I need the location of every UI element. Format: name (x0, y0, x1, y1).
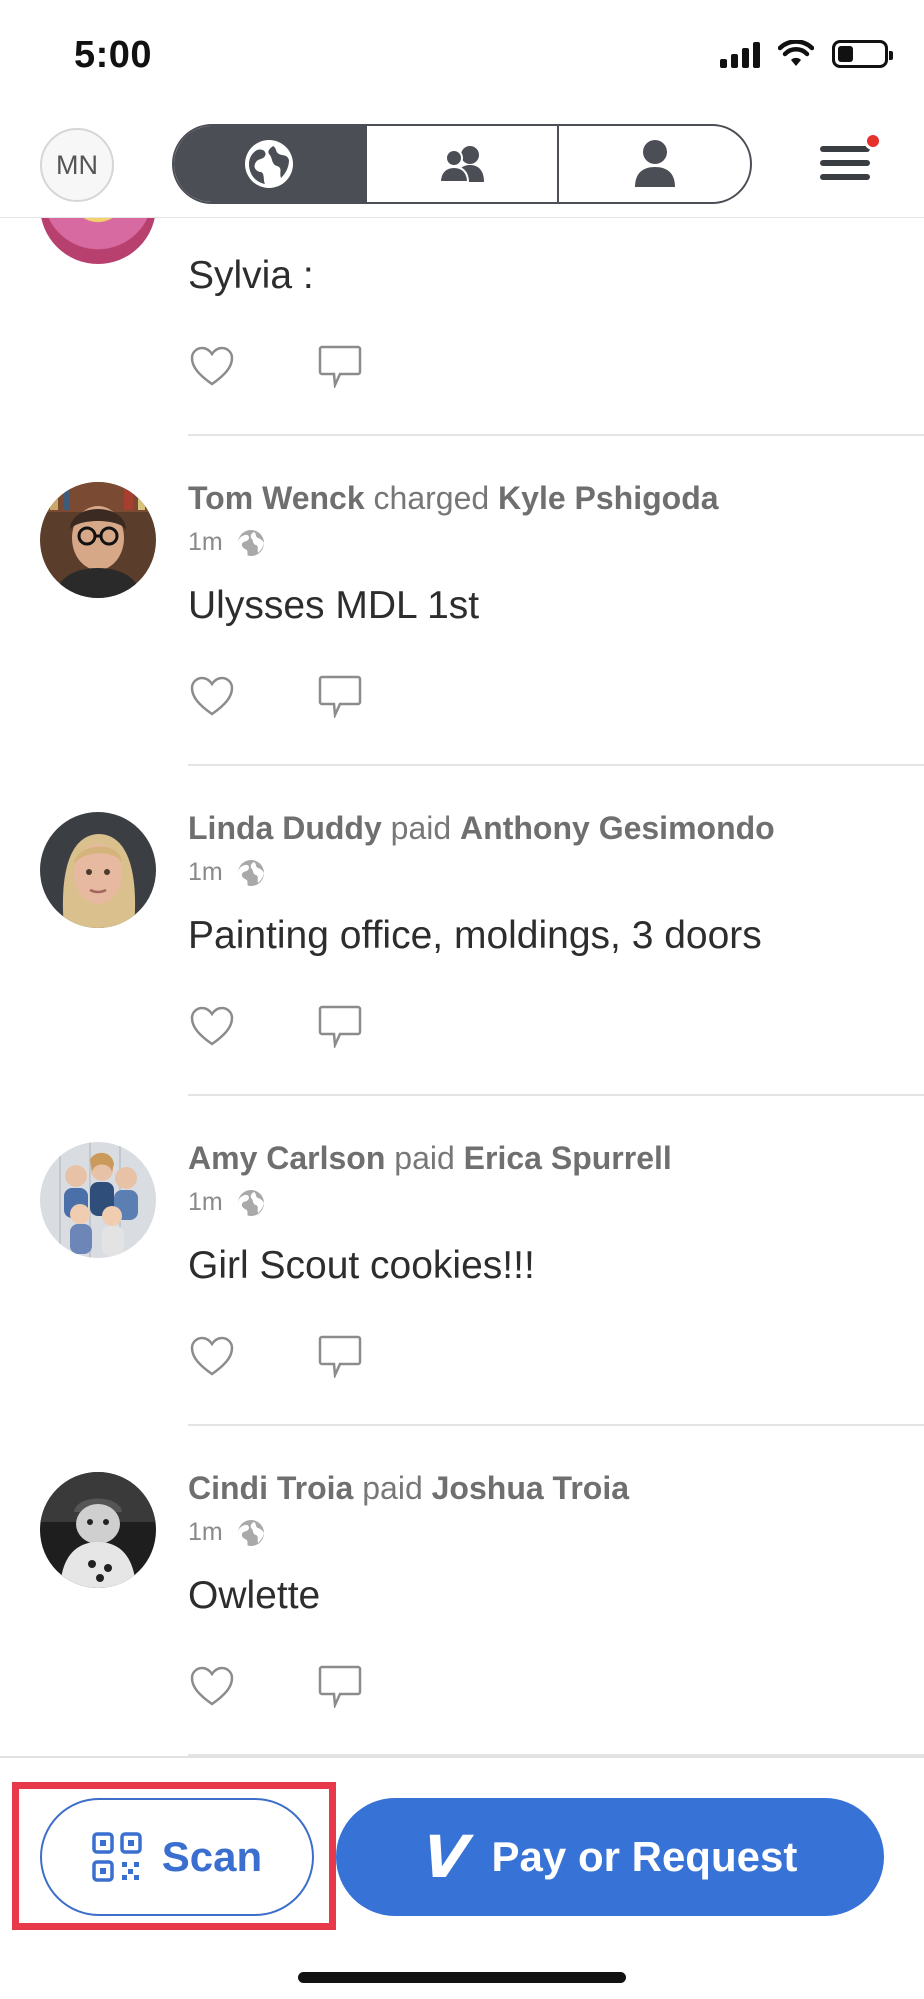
heart-icon (190, 676, 234, 716)
feed-item[interactable]: Sylvia : (0, 218, 924, 436)
person-icon (634, 140, 675, 187)
actor-name[interactable]: Cindi Troia (188, 1470, 353, 1506)
comment-icon (318, 1335, 362, 1378)
status-bar: 5:00 (0, 0, 924, 110)
avatar[interactable] (40, 218, 156, 264)
notification-dot (864, 132, 882, 150)
pay-or-request-button[interactable]: V Pay or Request (336, 1798, 884, 1916)
avatar-tom-wenck[interactable] (40, 482, 156, 598)
bottom-action-bar: Scan V Pay or Request (0, 1756, 924, 1999)
timestamp-row: 1m (188, 1188, 265, 1217)
battery-fill (838, 46, 854, 62)
transaction-verb: charged (373, 480, 490, 516)
timestamp-row: 1m (188, 528, 265, 557)
target-name[interactable]: Erica Spurrell (464, 1140, 672, 1176)
timestamp: 1m (188, 858, 223, 886)
timestamp: 1m (188, 1518, 223, 1546)
feed-item-actions (188, 342, 364, 390)
like-button[interactable] (188, 1662, 236, 1710)
target-name[interactable]: Anthony Gesimondo (460, 810, 775, 846)
payment-note[interactable]: Painting office, moldings, 3 doors (188, 914, 762, 958)
transaction-header: Amy Carlson paid Erica Spurrell (188, 1140, 672, 1177)
like-button[interactable] (188, 1332, 236, 1380)
public-globe-icon (237, 529, 264, 556)
tab-friends-feed[interactable] (367, 126, 560, 202)
actor-name[interactable]: Linda Duddy (188, 810, 382, 846)
qr-code-icon (92, 1832, 142, 1882)
venmo-logo-icon: V (419, 1823, 472, 1891)
activity-feed: Sylvia : Tom Wenck charged Kyle Pshigoda… (0, 218, 924, 1756)
comment-icon (318, 1005, 362, 1048)
globe-icon (245, 140, 294, 188)
public-globe-icon (237, 1519, 264, 1546)
public-globe-icon (237, 859, 264, 886)
public-globe-icon (237, 1189, 264, 1216)
feed-segment-control (172, 124, 752, 204)
avatar-amy-carlson[interactable] (40, 1142, 156, 1258)
top-nav: MN (0, 110, 924, 218)
tab-personal-feed[interactable] (559, 126, 750, 202)
avatar-cindi-troia[interactable] (40, 1472, 156, 1588)
profile-avatar-button[interactable]: MN (40, 128, 114, 202)
timestamp: 1m (188, 528, 223, 556)
transaction-verb: paid (394, 1140, 455, 1176)
comment-button[interactable] (316, 1662, 364, 1710)
status-icons (720, 40, 893, 68)
transaction-header: Linda Duddy paid Anthony Gesimondo (188, 810, 775, 847)
comment-icon (318, 675, 362, 718)
feed-item[interactable]: Tom Wenck charged Kyle Pshigoda 1m Ulyss… (0, 436, 924, 766)
timestamp: 1m (188, 1188, 223, 1216)
like-button[interactable] (188, 342, 236, 390)
payment-note: Sylvia : (188, 254, 314, 297)
pay-or-request-label: Pay or Request (491, 1833, 798, 1880)
like-button[interactable] (188, 672, 236, 720)
friends-icon (438, 146, 484, 183)
comment-icon (318, 345, 362, 388)
heart-icon (190, 1006, 234, 1046)
transaction-header: Cindi Troia paid Joshua Troia (188, 1470, 629, 1507)
feed-item[interactable]: Linda Duddy paid Anthony Gesimondo 1m Pa… (0, 766, 924, 1096)
home-indicator[interactable] (298, 1972, 626, 1983)
transaction-header: Tom Wenck charged Kyle Pshigoda (188, 480, 719, 517)
feed-item-actions (188, 1332, 364, 1380)
feed-item[interactable]: Cindi Troia paid Joshua Troia 1m Owlette (0, 1426, 924, 1756)
feed-item[interactable]: Amy Carlson paid Erica Spurrell 1m Girl … (0, 1096, 924, 1426)
transaction-verb: paid (362, 1470, 423, 1506)
feed-item-actions (188, 1002, 364, 1050)
wifi-icon (778, 40, 814, 66)
hamburger-icon (820, 146, 870, 152)
feed-item-actions (188, 672, 364, 720)
target-name[interactable]: Joshua Troia (432, 1470, 629, 1506)
tab-public-feed[interactable] (174, 126, 367, 202)
payment-note[interactable]: Girl Scout cookies!!! (188, 1244, 535, 1288)
comment-icon (318, 1665, 362, 1708)
cellular-signal-icon (720, 40, 760, 68)
comment-button[interactable] (316, 672, 364, 720)
payment-note[interactable]: Ulysses MDL 1st (188, 584, 479, 628)
heart-icon (190, 1336, 234, 1376)
status-time: 5:00 (74, 34, 153, 76)
like-button[interactable] (188, 1002, 236, 1050)
payment-note[interactable]: Owlette (188, 1574, 320, 1618)
transaction-verb: paid (390, 810, 452, 846)
comment-button[interactable] (316, 1002, 364, 1050)
comment-button[interactable] (316, 342, 364, 390)
avatar-linda-duddy[interactable] (40, 812, 156, 928)
menu-button[interactable] (820, 132, 882, 188)
battery-icon (832, 40, 893, 68)
comment-button[interactable] (316, 1332, 364, 1380)
heart-icon (190, 346, 234, 386)
timestamp-row: 1m (188, 1518, 265, 1547)
feed-item-actions (188, 1662, 364, 1710)
target-name[interactable]: Kyle Pshigoda (498, 480, 719, 516)
heart-icon (190, 1666, 234, 1706)
actor-name[interactable]: Amy Carlson (188, 1140, 385, 1176)
scan-label: Scan (161, 1833, 263, 1880)
actor-name[interactable]: Tom Wenck (188, 480, 365, 516)
scan-button[interactable]: Scan (40, 1798, 314, 1916)
timestamp-row: 1m (188, 858, 265, 887)
